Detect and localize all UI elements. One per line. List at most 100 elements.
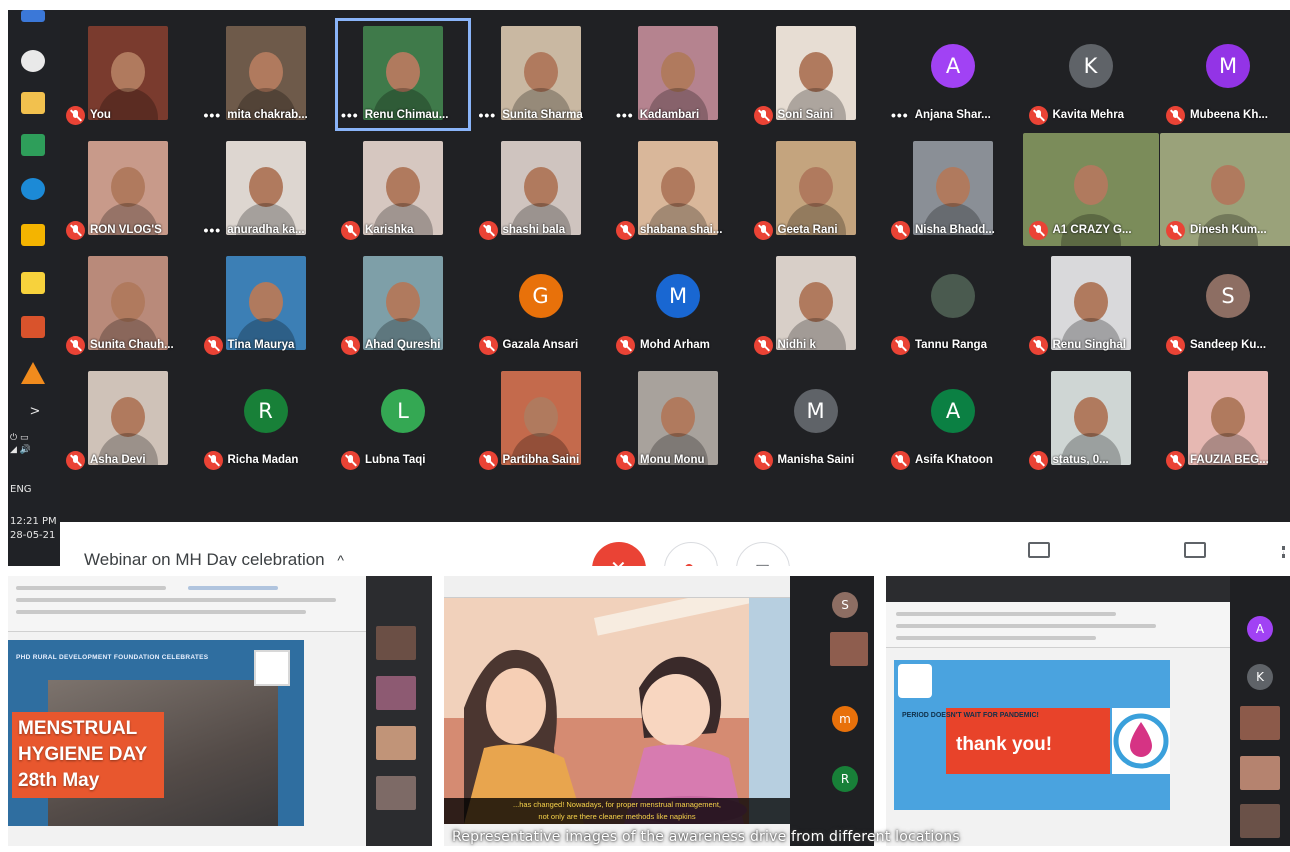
mic-off-icon (616, 450, 635, 470)
participant-tile[interactable]: L Lubna Taqi (335, 363, 471, 476)
participant-tile[interactable]: Tannu Ranga (885, 248, 1021, 361)
participant-tile[interactable]: ••• mita chakrab... (197, 18, 334, 131)
participant-photo-avatar (931, 274, 975, 318)
participant-name: Monu Monu (640, 454, 705, 466)
participant-tile[interactable]: A Asifa Khatoon (885, 363, 1021, 476)
mic-off-icon (478, 220, 498, 240)
participant-name: Renu Chimau... (364, 109, 449, 121)
participant-tile[interactable]: A ••• Anjana Shar... (885, 18, 1021, 131)
participant-tile[interactable]: Partibha Saini (472, 363, 609, 476)
participant-tile[interactable]: Karishka (335, 133, 471, 246)
participant-name: Manisha Saini (777, 454, 855, 466)
participant-tile[interactable]: Nisha Bhadd... (885, 133, 1021, 246)
participant-name: Dinesh Kum... (1190, 224, 1267, 236)
participant-tile[interactable]: status, 0... (1022, 363, 1159, 476)
participant-name: anuradha ka... (227, 224, 305, 236)
audio-level-icon: ••• (478, 107, 497, 123)
participant-initial-avatar: M (656, 274, 700, 318)
participant-tile[interactable]: Soni Saini (747, 18, 884, 131)
participant-tile[interactable]: ••• Sunita Sharma (472, 18, 609, 131)
participant-tile[interactable]: A1 CRAZY G... (1022, 133, 1159, 246)
participant-tile[interactable]: K Kavita Mehra (1022, 18, 1159, 131)
audio-level-icon: ••• (891, 107, 909, 123)
participant-name: shabana shai... (640, 224, 723, 236)
file-explorer-icon[interactable] (21, 92, 45, 114)
participant-tile[interactable]: shashi bala (472, 133, 609, 246)
present-button[interactable] (1184, 542, 1206, 558)
participant-initial-avatar: K (1068, 44, 1113, 88)
participant-label: Sunita Chauh... (66, 335, 192, 355)
participant-tile[interactable]: RON VLOG'S (60, 133, 196, 246)
mic-off-icon (891, 220, 910, 240)
participant-tile[interactable]: ••• Kadambari (610, 18, 746, 131)
leave-call-button[interactable]: ● (664, 542, 718, 566)
participant-name: RON VLOG'S (90, 224, 162, 236)
edge-icon[interactable] (21, 178, 45, 200)
participant-name: Renu Singhal (1052, 339, 1126, 351)
excel-icon[interactable] (21, 134, 45, 156)
participant-face (248, 52, 283, 93)
participant-label: Monu Monu (616, 450, 742, 470)
mic-off-icon: ✕ (610, 556, 627, 566)
participant-name: status, 0... (1052, 454, 1109, 466)
drop-logo (1112, 708, 1170, 774)
participant-label: RON VLOG'S (66, 220, 192, 240)
participant-tile[interactable]: ••• anuradha ka... (197, 133, 334, 246)
slide-line-2: HYGIENE DAY (18, 744, 148, 765)
mic-off-icon (753, 450, 773, 470)
participant-tile[interactable]: Ahad Qureshi (335, 248, 471, 361)
participant-tile[interactable]: Monu Monu (610, 363, 746, 476)
mic-off-icon (1166, 105, 1185, 125)
participant-avatar: A (1247, 616, 1273, 642)
participant-tile[interactable]: ••• Renu Chimau... (335, 18, 471, 131)
participant-label: Ahad Qureshi (341, 335, 467, 355)
participant-tile[interactable]: shabana shai... (610, 133, 746, 246)
participant-tile[interactable]: FAUZIA BEG... (1160, 363, 1290, 476)
participant-name: shashi bala (502, 224, 566, 236)
participant-tile[interactable]: Geeta Rani (747, 133, 884, 246)
participant-tile[interactable]: M Mubeena Kh... (1160, 18, 1290, 131)
participant-tile[interactable]: G Gazala Ansari (472, 248, 609, 361)
participant-tile[interactable]: Dinesh Kum... (1160, 133, 1290, 246)
taskbar-chevron[interactable]: > (10, 405, 60, 418)
participant-tile[interactable]: Renu Singhal (1022, 248, 1159, 361)
start-icon[interactable] (21, 10, 45, 22)
powerpoint-icon[interactable] (21, 316, 45, 338)
foundation-logo (898, 664, 932, 698)
participant-label: Richa Madan (203, 450, 330, 470)
participant-tile[interactable]: M Mohd Arham (610, 248, 746, 361)
language-indicator[interactable]: ENG (10, 484, 60, 496)
participant-tile[interactable]: Nidhi k (747, 248, 884, 361)
tray-icons: ⏻ ▭ ◢ 🔊 (10, 433, 31, 455)
captions-button[interactable] (1028, 542, 1050, 558)
participant-name: Tannu Ranga (915, 339, 987, 351)
participant-tile[interactable]: Tina Maurya (197, 248, 334, 361)
participant-name: Sandeep Ku... (1190, 339, 1267, 351)
browser-icon[interactable] (21, 50, 45, 72)
participant-tile[interactable]: You (60, 18, 196, 131)
participant-face (386, 167, 420, 208)
participant-name: Nidhi k (777, 339, 816, 351)
mic-toggle-button[interactable]: ✕ (592, 542, 646, 566)
participant-tile[interactable]: Asha Devi (60, 363, 196, 476)
mail-icon[interactable] (21, 224, 45, 246)
chevron-up-icon[interactable]: ^ (337, 552, 344, 566)
participant-label: Mohd Arham (616, 335, 742, 355)
participant-name: Partibha Saini (502, 454, 580, 466)
participant-face (1073, 282, 1108, 323)
vlc-icon[interactable] (21, 362, 45, 384)
participant-tile[interactable]: R Richa Madan (197, 363, 334, 476)
more-options-icon[interactable] (1282, 546, 1286, 558)
participant-label: Karishka (341, 220, 467, 240)
participant-tile[interactable]: S Sandeep Ku... (1160, 248, 1290, 361)
meeting-title[interactable]: Webinar on MH Day celebration ^ (84, 550, 344, 566)
mic-off-icon (616, 220, 635, 240)
participant-tile[interactable]: M Manisha Saini (747, 363, 884, 476)
participant-face (386, 52, 420, 93)
sticky-notes-icon[interactable] (21, 272, 45, 294)
participant-tile[interactable]: Sunita Chauh... (60, 248, 196, 361)
participant-avatar: S (832, 592, 858, 618)
participant-face (936, 167, 970, 208)
participant-face (661, 167, 695, 208)
camera-toggle-button[interactable]: ▭ (736, 542, 790, 566)
